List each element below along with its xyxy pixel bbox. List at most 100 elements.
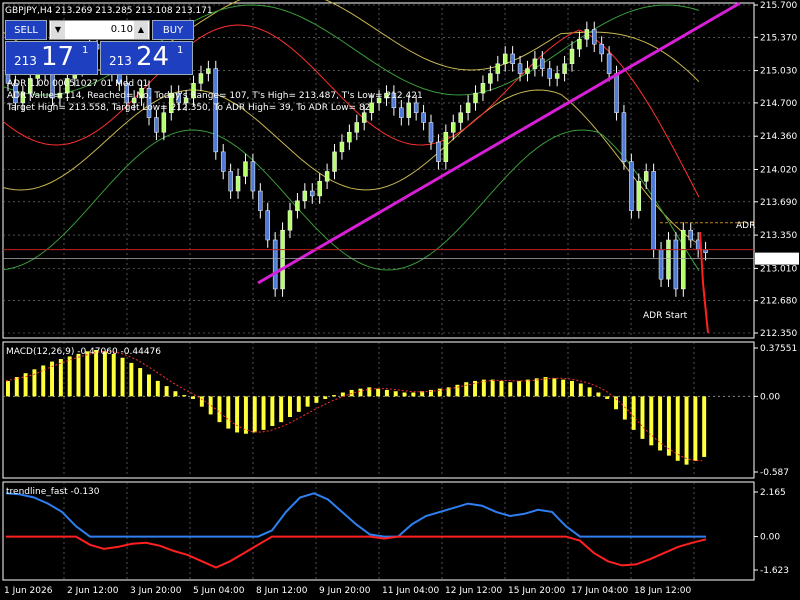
- candle[interactable]: [606, 53, 612, 74]
- candle[interactable]: [458, 112, 463, 123]
- candle[interactable]: [547, 68, 552, 79]
- candle[interactable]: [502, 53, 508, 64]
- candle[interactable]: [584, 29, 590, 40]
- candle[interactable]: [287, 210, 293, 231]
- macd-bar: [534, 378, 539, 397]
- candle[interactable]: [666, 239, 671, 280]
- chevron-up-icon[interactable]: ▲: [134, 21, 148, 39]
- candle[interactable]: [220, 151, 226, 172]
- candle[interactable]: [272, 239, 278, 290]
- candle[interactable]: [302, 190, 308, 202]
- candle[interactable]: [643, 171, 649, 182]
- candle[interactable]: [532, 58, 538, 69]
- candle[interactable]: [577, 39, 582, 50]
- candle[interactable]: [688, 229, 693, 241]
- candle[interactable]: [250, 161, 256, 192]
- candle[interactable]: [636, 180, 642, 211]
- candle[interactable]: [436, 141, 441, 162]
- candle[interactable]: [428, 122, 434, 143]
- candle[interactable]: [421, 112, 426, 123]
- adr-start-label: ADR Start: [643, 311, 688, 321]
- time-tick-label: 15 Jun 20:00: [508, 586, 565, 596]
- chevron-down-icon[interactable]: ▼: [51, 21, 65, 39]
- candle[interactable]: [332, 151, 337, 172]
- macd-bar: [314, 396, 319, 403]
- candle[interactable]: [599, 43, 604, 55]
- trading-chart[interactable]: 215.700 215.370 215.030 214.700 214.360 214.0…: [0, 0, 800, 600]
- time-tick-label: 1 Jun 2026: [4, 586, 53, 596]
- candle[interactable]: [510, 53, 515, 64]
- candle[interactable]: [399, 107, 404, 118]
- adr-label: ADR: [736, 221, 755, 231]
- ask-price-prefix: 213: [109, 54, 132, 68]
- buy-button[interactable]: BUY: [152, 20, 194, 40]
- candle[interactable]: [347, 132, 352, 143]
- macd-bar: [578, 383, 583, 397]
- macd-bar: [305, 396, 310, 407]
- candle[interactable]: [703, 249, 708, 253]
- candle[interactable]: [495, 63, 501, 74]
- candle[interactable]: [265, 210, 270, 241]
- candle[interactable]: [154, 117, 159, 133]
- candle[interactable]: [562, 63, 567, 74]
- candle[interactable]: [280, 229, 285, 290]
- macd-bar: [525, 379, 530, 397]
- macd-bar: [490, 379, 495, 397]
- candle[interactable]: [473, 92, 478, 104]
- candle[interactable]: [310, 190, 315, 197]
- candle[interactable]: [361, 112, 367, 123]
- candle[interactable]: [673, 239, 679, 290]
- macd-bar: [640, 396, 645, 439]
- candle[interactable]: [592, 29, 597, 45]
- macd-bar: [402, 392, 407, 397]
- candle[interactable]: [443, 132, 449, 162]
- bid-price-fraction: 1: [82, 45, 89, 56]
- ask-price-box[interactable]: 213 24 1: [100, 41, 193, 75]
- candle[interactable]: [465, 102, 471, 113]
- candle[interactable]: [651, 171, 656, 251]
- candle[interactable]: [243, 161, 248, 177]
- sell-button[interactable]: SELL: [5, 20, 47, 40]
- candle[interactable]: [235, 176, 241, 192]
- macd-bar: [649, 396, 654, 446]
- candle[interactable]: [406, 102, 411, 118]
- bid-price-main: 17: [41, 42, 75, 72]
- candle[interactable]: [451, 122, 456, 133]
- adr-info-line: ADR Value= 114, Reached= No, Today's Ran…: [7, 91, 423, 101]
- candle[interactable]: [295, 200, 300, 211]
- candle[interactable]: [339, 141, 345, 153]
- macd-bar: [384, 389, 389, 397]
- macd-bar: [666, 396, 671, 456]
- candle[interactable]: [681, 229, 686, 290]
- candle[interactable]: [621, 112, 627, 162]
- lot-size-input[interactable]: ▼ 0.10 ▲: [49, 20, 150, 40]
- candle[interactable]: [614, 73, 619, 113]
- candle[interactable]: [198, 73, 204, 84]
- candle[interactable]: [354, 122, 360, 133]
- candle[interactable]: [228, 171, 233, 192]
- lot-value: 0.10: [110, 24, 133, 35]
- candle[interactable]: [480, 83, 486, 94]
- candle[interactable]: [517, 63, 523, 74]
- adr-info-line: ADR 1.00 00051027 01 Mod 01: [7, 79, 148, 89]
- candle[interactable]: [161, 112, 167, 133]
- bid-price-box[interactable]: 213 17 1: [5, 41, 98, 75]
- macd-bar: [32, 369, 37, 397]
- candle[interactable]: [317, 180, 322, 197]
- candle[interactable]: [554, 73, 560, 79]
- candle[interactable]: [413, 102, 419, 113]
- candle[interactable]: [258, 190, 263, 211]
- candle[interactable]: [525, 68, 530, 74]
- candle[interactable]: [206, 68, 211, 74]
- macd-bar: [243, 396, 248, 434]
- macd-bar: [279, 396, 284, 423]
- macd-bar: [155, 380, 160, 397]
- candle[interactable]: [658, 249, 664, 280]
- candle[interactable]: [629, 161, 634, 211]
- candle[interactable]: [324, 171, 330, 182]
- candle[interactable]: [569, 48, 575, 64]
- macd-bar: [693, 396, 698, 461]
- candle[interactable]: [540, 58, 545, 69]
- candle[interactable]: [488, 73, 493, 84]
- macd-bar: [270, 396, 275, 427]
